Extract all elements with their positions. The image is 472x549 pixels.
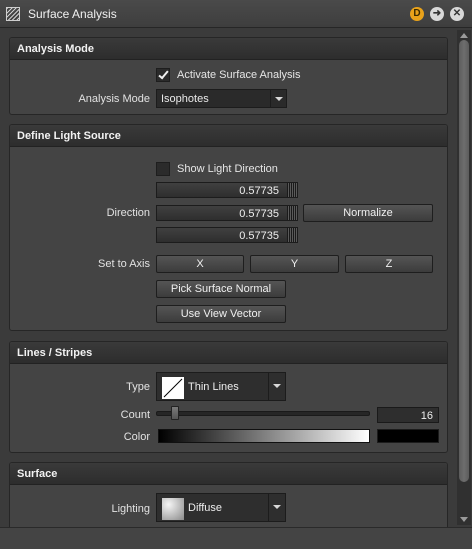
thin-lines-icon — [162, 377, 184, 399]
scroll-up-icon[interactable] — [460, 33, 468, 38]
axis-z-button[interactable]: Z — [345, 255, 433, 273]
chevron-down-icon — [275, 97, 283, 101]
diffuse-sphere-icon — [162, 498, 184, 520]
direction-label: Direction — [106, 207, 150, 219]
section-header[interactable]: Analysis Mode — [10, 38, 447, 60]
line-type-select[interactable]: Thin Lines — [156, 372, 286, 401]
count-value: 16 — [420, 410, 433, 422]
activate-analysis-label: Activate Surface Analysis — [177, 69, 301, 81]
dropdown-arrow-box — [268, 373, 285, 400]
window-title: Surface Analysis — [28, 7, 117, 21]
drag-handle-icon[interactable] — [287, 183, 297, 197]
checkmark-icon — [158, 68, 169, 80]
section-lines-stripes: Lines / Stripes Type Thin Lines Count 16… — [9, 341, 448, 453]
section-header[interactable]: Define Light Source — [10, 125, 447, 147]
analysis-mode-label: Analysis Mode — [78, 93, 150, 105]
type-label: Type — [126, 381, 150, 393]
analysis-mode-value: Isophotes — [161, 93, 209, 105]
lighting-value: Diffuse — [188, 502, 223, 514]
title-bar: Surface Analysis D ➜ ✕ — [0, 0, 472, 28]
section-header[interactable]: Surface — [10, 463, 447, 485]
direction-x-value: 0.57735 — [239, 185, 279, 197]
set-to-axis-label: Set to Axis — [98, 258, 150, 270]
direction-y-value: 0.57735 — [239, 208, 279, 220]
chevron-down-icon — [273, 505, 281, 509]
count-field[interactable]: 16 — [377, 407, 439, 423]
show-light-direction-label: Show Light Direction — [177, 163, 278, 175]
direction-z-value: 0.57735 — [239, 230, 279, 242]
count-label: Count — [120, 409, 150, 421]
line-type-value: Thin Lines — [188, 381, 239, 393]
lighting-label: Lighting — [111, 503, 150, 515]
scroll-down-icon[interactable] — [460, 517, 468, 522]
chevron-down-icon — [273, 384, 281, 388]
pick-surface-normal-button[interactable]: Pick Surface Normal — [156, 280, 286, 298]
vertical-scrollbar[interactable] — [457, 30, 471, 525]
use-view-vector-button[interactable]: Use View Vector — [156, 305, 286, 323]
axis-y-button[interactable]: Y — [250, 255, 339, 273]
normalize-button[interactable]: Normalize — [303, 204, 433, 222]
color-label: Color — [123, 431, 150, 443]
close-icon[interactable]: ✕ — [450, 7, 464, 21]
color-gradient-ramp[interactable] — [158, 429, 370, 443]
direction-z-field[interactable]: 0.57735 — [156, 227, 298, 243]
arrow-right-icon[interactable]: ➜ — [430, 7, 444, 21]
scrollbar-thumb[interactable] — [459, 40, 469, 482]
drag-handle-icon[interactable] — [287, 206, 297, 220]
lighting-select[interactable]: Diffuse — [156, 493, 286, 522]
count-slider-handle[interactable] — [170, 406, 179, 420]
direction-x-field[interactable]: 0.57735 — [156, 182, 298, 198]
color-swatch[interactable] — [377, 429, 439, 443]
dropdown-arrow-box — [270, 90, 286, 107]
section-analysis-mode: Analysis Mode Activate Surface Analysis … — [9, 37, 448, 115]
activate-analysis-checkbox[interactable] — [156, 68, 170, 82]
analysis-mode-select[interactable]: Isophotes — [156, 89, 287, 108]
count-slider-track[interactable] — [156, 411, 370, 416]
show-light-direction-checkbox[interactable] — [156, 162, 170, 176]
dropdown-arrow-box — [268, 494, 285, 521]
section-surface: Surface Lighting Diffuse — [9, 462, 448, 532]
panel-icon — [6, 7, 20, 21]
direction-y-field[interactable]: 0.57735 — [156, 205, 298, 221]
drag-handle-icon[interactable] — [287, 228, 297, 242]
status-bar — [0, 527, 472, 549]
dock-badge-icon[interactable]: D — [410, 7, 424, 21]
section-light-source: Define Light Source Show Light Direction… — [9, 124, 448, 331]
section-header[interactable]: Lines / Stripes — [10, 342, 447, 364]
axis-x-button[interactable]: X — [156, 255, 244, 273]
